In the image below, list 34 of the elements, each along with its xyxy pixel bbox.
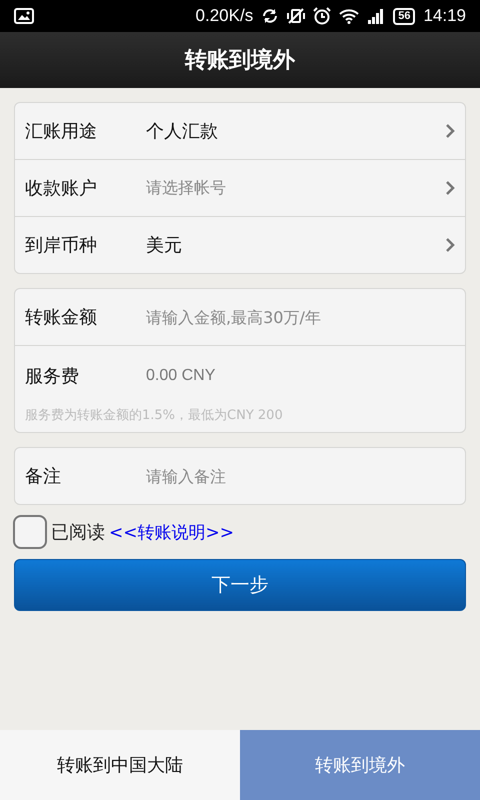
bottom-tab[interactable]: 转账到中国大陆 — [0, 730, 240, 800]
fee-value: 0.00 CNY — [146, 367, 216, 385]
placeholder-text: 请选择帐号 — [146, 178, 227, 198]
field-label: 备注 — [25, 465, 62, 488]
field-label: 汇账用途 — [25, 120, 98, 143]
checkbox[interactable] — [13, 515, 47, 549]
vibrate-off-icon — [287, 8, 306, 24]
select-row[interactable]: 汇账用途 个人汇款 — [15, 103, 465, 159]
field-value: 个人汇款 — [146, 120, 219, 143]
terms-link[interactable]: <<转账说明>> — [109, 520, 234, 544]
input-field[interactable]: 请输入金额,最高30万/年 — [146, 308, 455, 326]
chevron-right-icon — [445, 238, 455, 252]
chevron-right-icon — [445, 181, 455, 195]
network-speed: 0.20K/s — [196, 6, 254, 26]
agreement-label: 已阅读 — [51, 521, 105, 544]
field-label: 收款账户 — [25, 177, 98, 200]
select-row[interactable]: 到岸币种 美元 — [15, 216, 465, 273]
field-value: 美元 — [146, 234, 183, 257]
alarm-icon — [313, 7, 332, 25]
image-icon — [14, 8, 34, 24]
signal-icon — [367, 8, 386, 24]
input-field[interactable]: 请输入备注 — [146, 466, 455, 486]
fee-note: 服务费为转账金额的1.5%，最低为CNY 200 — [25, 407, 284, 424]
select-row[interactable]: 收款账户 请选择帐号 — [15, 159, 465, 216]
field-label: 到岸币种 — [25, 234, 98, 257]
screen-title: 转账到境外 — [185, 46, 295, 75]
field-label: 转账金额 — [25, 306, 98, 329]
next-button[interactable]: 下一步 — [14, 559, 466, 611]
sync-icon — [261, 8, 280, 24]
field-label: 服务费 — [25, 365, 80, 388]
wifi-icon — [339, 8, 360, 24]
chevron-right-icon — [445, 124, 455, 138]
clock: 14:19 — [423, 6, 466, 26]
battery-level: 56 — [393, 8, 416, 24]
